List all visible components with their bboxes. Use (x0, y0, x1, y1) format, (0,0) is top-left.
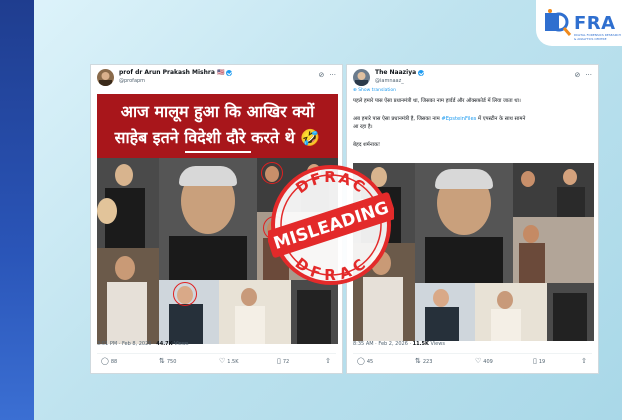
heart-icon: ♡ (475, 357, 482, 365)
user-handle[interactable]: @profapm (119, 78, 145, 84)
tweet-meta: 3:01 PM · Feb 8, 2026 · 44.7K Views (97, 341, 189, 347)
heart-icon: ♡ (219, 357, 226, 365)
collage-photo-main (415, 163, 513, 283)
avatar[interactable] (353, 69, 370, 86)
show-translation-link[interactable]: ⊕ Show translation (353, 88, 396, 93)
share-icon: ⇧ (325, 357, 331, 365)
reply-button[interactable]: ◯ 88 (101, 357, 117, 365)
user-name[interactable]: The Naaziya (375, 69, 425, 76)
banner-underline (185, 151, 251, 153)
tweet-header: The Naaziya @iamnaaz_ ⊘ ··· (353, 69, 592, 89)
reply-icon: ◯ (101, 357, 109, 365)
more-options-icon[interactable]: ··· (329, 71, 336, 79)
like-button[interactable]: ♡ 1.5K (219, 357, 239, 365)
highlight-circle (173, 282, 197, 306)
logo-magnifier-icon (545, 9, 572, 36)
repost-icon: ⇅ (159, 357, 165, 365)
tweet-actions: ◯ 88 ⇅ 750 ♡ 1.5K ▯ 72 ⇧ (97, 353, 336, 367)
avatar[interactable] (97, 69, 114, 86)
tweet-text-line3: आ रहा है। (353, 124, 373, 130)
collage-photo-2 (513, 163, 594, 217)
tweet-text-line4: बेहद शर्मनाक! (353, 142, 381, 148)
collage-photo-7 (547, 283, 594, 341)
hashtag-link[interactable]: #EpsteinFiles (441, 116, 476, 122)
logo-text: FRA (574, 12, 616, 34)
banner-text-line2: साहेब इतने विदेशी दौरे करते थे 🤣 (114, 128, 321, 147)
tweet-text-line1: पहले हमारे पास ऐसा प्रधानमंत्री था, जिसक… (353, 98, 521, 104)
verified-badge-icon (226, 69, 233, 76)
collage-photo-3 (513, 217, 594, 283)
dfrac-logo: FRA DIGITAL FORENSICS RESEARCH & ANALYTI… (536, 0, 622, 46)
share-icon: ⇧ (581, 357, 587, 365)
user-handle[interactable]: @iamnaaz_ (375, 78, 404, 84)
image-banner: आज मालूम हुआ कि आखिर क्यों साहेब इतने वि… (97, 94, 338, 158)
tweet-header: prof dr Arun Prakash Mishra 🇺🇸 @profapm … (97, 69, 336, 89)
verified-badge-icon (418, 69, 425, 76)
more-options-icon[interactable]: ··· (585, 71, 592, 79)
collage-photo-5 (415, 283, 475, 341)
misleading-stamp: DFRAC DFRAC MISLEADING (268, 165, 394, 285)
bookmark-icon: ▯ (277, 357, 281, 365)
collage-photo-1 (97, 158, 159, 248)
repost-button[interactable]: ⇅ 223 (415, 357, 432, 365)
banner-text-line1: आज मालूम हुआ कि आखिर क्यों (120, 102, 315, 121)
tweet-text-line2: अब हमारे पास ऐसा प्रधानमंत्री है, जिसका … (353, 116, 526, 122)
collage-photo-main (159, 158, 257, 280)
collage-photo-6 (475, 283, 547, 341)
like-button[interactable]: ♡ 409 (475, 357, 493, 365)
logo-tagline: DIGITAL FORENSICS RESEARCH & ANALYTICS C… (574, 33, 621, 41)
repost-button[interactable]: ⇅ 750 (159, 357, 176, 365)
bookmark-button[interactable]: ▯ 72 (277, 357, 289, 365)
collage-photo-7 (291, 280, 338, 344)
grok-icon[interactable]: ⊘ (318, 71, 324, 79)
collage-photo-6 (219, 280, 291, 344)
reply-icon: ◯ (357, 357, 365, 365)
tweet-meta: 8:35 AM · Feb 2, 2026 · 11.5K Views (353, 341, 445, 347)
bookmark-icon: ▯ (533, 357, 537, 365)
user-name[interactable]: prof dr Arun Prakash Mishra 🇺🇸 (119, 69, 233, 76)
grok-icon[interactable]: ⊘ (574, 71, 580, 79)
collage-photo-5 (159, 280, 219, 344)
repost-icon: ⇅ (415, 357, 421, 365)
reply-button[interactable]: ◯ 45 (357, 357, 373, 365)
left-accent-bar (0, 0, 34, 420)
share-button[interactable]: ⇧ (581, 357, 589, 365)
tweet-actions: ◯ 45 ⇅ 223 ♡ 409 ▯ 19 ⇧ (353, 353, 592, 367)
share-button[interactable]: ⇧ (325, 357, 333, 365)
collage-photo-4 (97, 248, 159, 344)
bookmark-button[interactable]: ▯ 19 (533, 357, 545, 365)
